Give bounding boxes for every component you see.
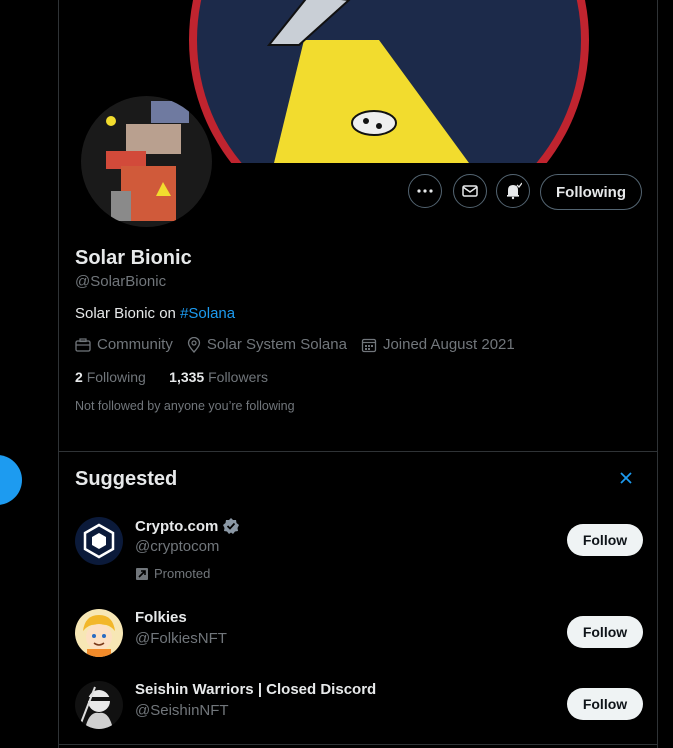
profile-handle: @SolarBionic [75,273,167,290]
notification-bell-icon[interactable] [496,174,530,208]
calendar-icon [361,338,377,352]
suggested-user-name: Folkies [135,609,187,626]
location-label: Solar System Solana [206,336,347,353]
followers-link[interactable]: 1,335 Followers [169,369,268,385]
profile-location: Solar System Solana [187,336,347,353]
close-icon[interactable] [619,469,633,490]
profile-name: Solar Bionic [75,247,192,269]
category-label: Community [97,336,173,353]
following-link[interactable]: 2 Following [75,369,146,385]
promoted-text: Promoted [154,566,211,581]
profile-meta: Community Solar System Solana Joined Aug… [75,336,529,353]
profile-banner [179,0,599,163]
mail-icon[interactable] [453,174,487,208]
location-pin-icon [187,336,201,353]
divider [59,451,657,452]
profile-category: Community [75,336,173,353]
follow-button[interactable]: Follow [567,688,643,720]
suggested-user[interactable]: Folkies @FolkiesNFT Follow [75,609,643,669]
following-count: 2 [75,369,83,385]
more-icon[interactable] [408,174,442,208]
suggested-user-handle: @FolkiesNFT [135,630,227,647]
avatar [75,609,123,657]
suggested-user-handle: @cryptocom [135,538,220,555]
joined-label: Joined August 2021 [382,336,515,353]
suggested-user-name: Seishin Warriors | Closed Discord [135,681,377,698]
avatar [75,517,123,565]
profile-stats: 2 Following 1,335 Followers [75,369,268,385]
left-nav-compose-button[interactable] [0,455,22,505]
follow-button[interactable]: Follow [567,524,643,556]
follow-button[interactable]: Follow [567,616,643,648]
suggested-title: Suggested [75,468,178,490]
promoted-label: Promoted [135,566,210,581]
divider [59,744,657,745]
following-button[interactable]: Following [540,174,642,210]
promoted-icon [136,567,148,580]
followers-label: Followers [208,369,269,385]
suggested-user-name: Crypto.com [135,517,240,535]
bio-text: Solar Bionic on [75,305,181,322]
briefcase-icon [75,337,91,352]
suggested-user-handle: @SeishinNFT [135,702,229,719]
profile-bio: Solar Bionic on #Solana [75,305,235,322]
suggested-user-name-text: Crypto.com [135,517,219,535]
profile-joined: Joined August 2021 [361,336,515,353]
followers-count: 1,335 [169,369,205,385]
profile-column: Following Solar Bionic @SolarBionic Sola… [58,0,658,748]
profile-avatar[interactable] [78,93,215,230]
suggested-user[interactable]: Seishin Warriors | Closed Discord @Seish… [75,681,643,741]
following-label: Following [86,369,146,385]
not-followed-note: Not followed by anyone you’re following [75,399,295,413]
avatar [75,681,123,729]
suggested-user[interactable]: Crypto.com @cryptocom Promoted Follow [75,517,643,581]
bio-hashtag-link[interactable]: #Solana [180,305,235,322]
verified-badge-icon [223,518,240,534]
